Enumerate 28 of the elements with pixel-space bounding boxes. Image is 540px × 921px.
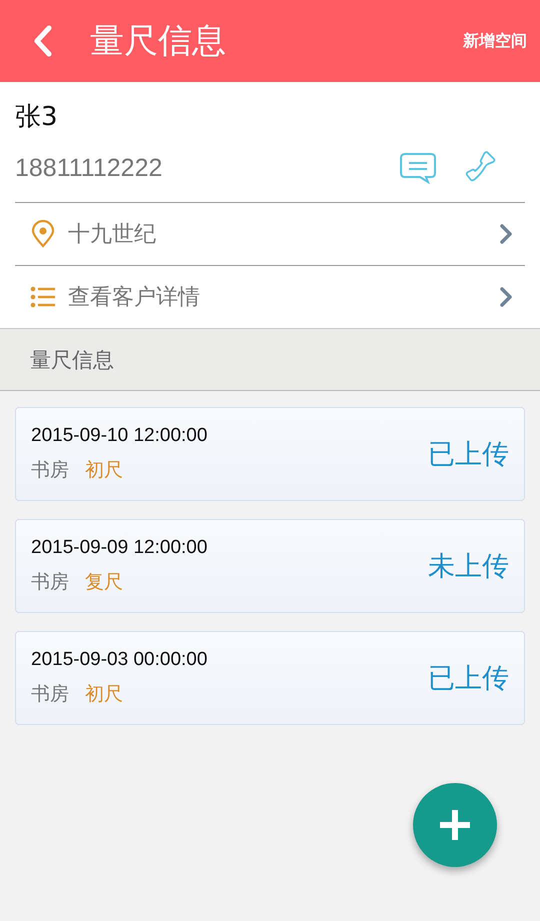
measure-type: 复尺 (85, 570, 123, 595)
record-datetime: 2015-09-10 12:00:00 (31, 425, 208, 447)
section-header: 量尺信息 (0, 328, 540, 391)
phone-number: 18811112222 (15, 154, 164, 182)
measure-type: 初尺 (85, 682, 123, 707)
room-name: 书房 (31, 570, 69, 595)
upload-status: 已上传 (428, 662, 509, 696)
record-datetime: 2015-09-03 00:00:00 (31, 649, 208, 671)
link-row[interactable]: 查看客户详情 (15, 266, 525, 328)
measure-type: 初尺 (85, 458, 123, 483)
record-card[interactable]: 2015-09-10 12:00:00 书房 初尺 已上传 (15, 407, 525, 501)
message-icon[interactable] (399, 152, 437, 184)
record-card[interactable]: 2015-09-09 12:00:00 书房 复尺 未上传 (15, 519, 525, 613)
location-pin-icon (29, 220, 57, 248)
room-name: 书房 (31, 458, 69, 483)
plus-icon (437, 807, 473, 843)
screen-title: 量尺信息 (90, 20, 227, 63)
upload-status: 已上传 (428, 438, 509, 472)
record-card[interactable]: 2015-09-03 00:00:00 书房 初尺 已上传 (15, 631, 525, 725)
list-icon (29, 286, 57, 308)
chevron-icon (499, 286, 513, 308)
link-row[interactable]: 十九世纪 (15, 203, 525, 266)
record-datetime: 2015-09-09 12:00:00 (31, 537, 208, 559)
chevron-icon (499, 223, 513, 245)
customer-name: 张3 (15, 101, 59, 134)
room-name: 书房 (31, 682, 69, 707)
add-button[interactable] (413, 783, 497, 867)
upload-status: 未上传 (428, 550, 509, 584)
